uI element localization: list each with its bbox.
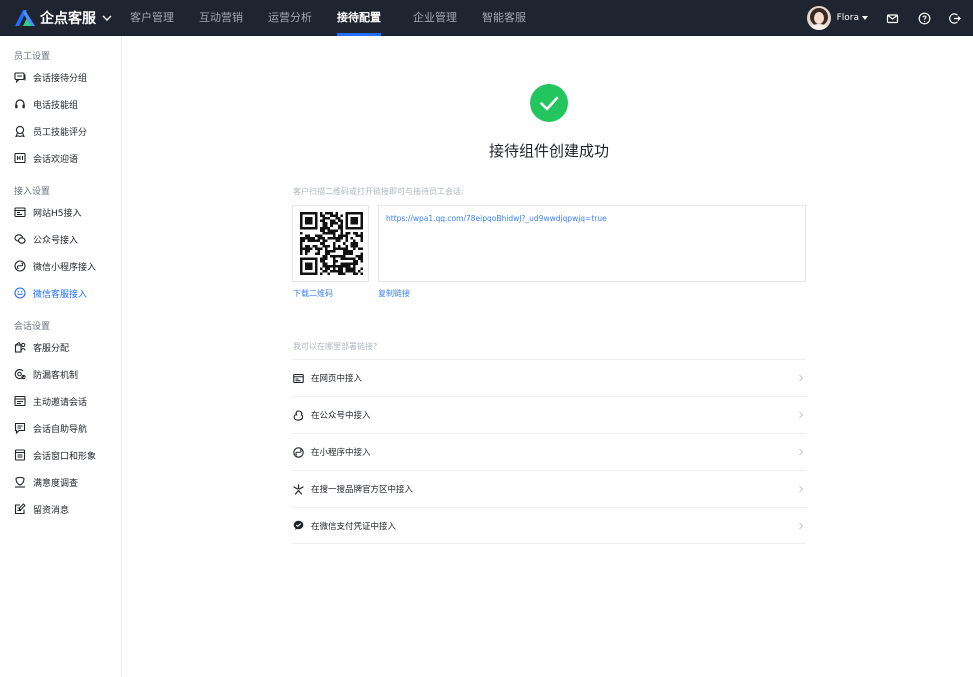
download-qr-button[interactable]: 下载二维码 — [293, 288, 333, 299]
sidebar-item-label: 主动邀请会话 — [33, 397, 88, 408]
chevron-right-icon — [799, 448, 804, 456]
sidebar-item-window[interactable]: 会话窗口和形象 — [14, 448, 96, 462]
welcome-icon — [14, 152, 26, 164]
nav-operation-analysis[interactable]: 运营分析 — [268, 0, 312, 36]
avatar[interactable] — [806, 6, 831, 30]
sidebar-item-label: 防漏客机制 — [33, 370, 79, 381]
window-icon — [14, 449, 26, 461]
sidebar-item-guard[interactable]: 防漏客机制 — [14, 367, 78, 381]
logout-icon[interactable] — [948, 12, 961, 25]
user-name[interactable]: Flora — [837, 13, 859, 23]
chat-group-icon — [14, 72, 26, 83]
deploy-option-wechat-pay[interactable]: 在微信支付凭证中接入 — [292, 507, 806, 544]
help-icon[interactable] — [918, 12, 931, 25]
sidebar-group-session: 会话设置 — [14, 322, 51, 332]
caret-down-icon[interactable] — [862, 16, 868, 20]
deploy-option-webpage[interactable]: 在网页中接入 — [292, 359, 806, 396]
sidebar-group-access: 接入设置 — [14, 187, 51, 197]
nav-enterprise-management[interactable]: 企业管理 — [413, 0, 457, 36]
guard-icon — [14, 369, 26, 380]
sidebar-item-satisfaction[interactable]: 满意度调查 — [14, 475, 78, 489]
sidebar-item-label: 会话欢迎语 — [33, 154, 79, 165]
nav-reception-config[interactable]: 接待配置 — [337, 0, 381, 36]
sidebar-item-invite[interactable]: 主动邀请会话 — [14, 394, 87, 408]
sidebar-item-chat-group[interactable]: 会话接待分组 — [14, 70, 87, 84]
deploy-option-label: 在公众号中接入 — [311, 411, 371, 421]
sidebar-item-assign[interactable]: 客服分配 — [14, 340, 69, 354]
webpage-icon — [293, 373, 304, 383]
wechat-pay-icon — [293, 520, 304, 530]
deploy-option-sousou[interactable]: 在搜一搜品牌官方区中接入 — [292, 470, 806, 507]
nav-interactive-marketing[interactable]: 互动营销 — [199, 0, 243, 36]
sidebar-item-label: 会话窗口和形象 — [33, 451, 97, 462]
official-account-icon — [14, 234, 26, 244]
link-box[interactable]: https://wpa1.qq.com/78eipqoBhidwJ?_ud9ww… — [378, 205, 806, 282]
success-check-icon — [530, 84, 568, 122]
sidebar-item-skill-score[interactable]: 员工技能评分 — [14, 124, 87, 138]
sidebar-item-welcome[interactable]: 会话欢迎语 — [14, 151, 78, 165]
qr-code-image — [300, 212, 363, 275]
chevron-right-icon — [799, 411, 804, 419]
sidebar-item-label: 微信小程序接入 — [33, 262, 97, 273]
sousou-icon — [293, 483, 304, 495]
navigation-icon — [14, 422, 26, 434]
sidebar-item-phone-skill[interactable]: 电话技能组 — [14, 97, 78, 111]
nav-customer-management[interactable]: 客户管理 — [130, 0, 174, 36]
sidebar-item-leave-message[interactable]: 留资消息 — [14, 502, 69, 516]
chevron-right-icon — [799, 374, 804, 382]
qr-hint: 客户扫描二维码或打开链接即可与接待员工会话: — [293, 187, 464, 196]
top-nav: 客户管理 互动营销 运营分析 接待配置 企业管理 智能客服 — [130, 0, 551, 36]
wechat-service-icon — [14, 287, 26, 299]
sidebar-item-label: 会话自助导航 — [33, 424, 88, 435]
brand[interactable]: 企点客服 — [0, 0, 120, 36]
deploy-option-label: 在小程序中接入 — [311, 448, 371, 458]
sidebar-item-web-h5[interactable]: 网站H5接入 — [14, 205, 82, 219]
sidebar-item-navigation[interactable]: 会话自助导航 — [14, 421, 87, 435]
qr-code — [292, 205, 369, 282]
nav-smart-service[interactable]: 智能客服 — [482, 0, 526, 36]
badge-icon — [15, 125, 25, 137]
sidebar: 员工设置 会话接待分组 电话技能组 员工技能评分 会话欢迎语 接入设置 网站H5… — [0, 36, 122, 677]
sidebar-item-label: 会话接待分组 — [33, 73, 88, 84]
official-account-icon — [293, 409, 304, 421]
sidebar-item-label: 员工技能评分 — [33, 127, 88, 138]
logo-icon — [15, 10, 35, 26]
success-title: 接待组件创建成功 — [488, 142, 609, 160]
sidebar-item-label: 公众号接入 — [33, 235, 79, 246]
brand-name: 企点客服 — [40, 11, 96, 27]
deploy-option-label: 在搜一搜品牌官方区中接入 — [311, 485, 414, 495]
deploy-option-mini-program[interactable]: 在小程序中接入 — [292, 433, 806, 470]
mini-program-icon — [14, 260, 26, 272]
deploy-option-label: 在网页中接入 — [311, 374, 363, 384]
sidebar-item-label: 客服分配 — [33, 343, 70, 354]
chevron-down-icon[interactable] — [102, 13, 112, 23]
headset-icon — [15, 99, 25, 109]
sidebar-item-label: 微信客服接入 — [33, 289, 88, 300]
sidebar-item-wechat-service[interactable]: 微信客服接入 — [14, 286, 87, 300]
copy-link-button[interactable]: 复制链接 — [378, 288, 410, 299]
sidebar-item-label: 留资消息 — [33, 505, 70, 516]
user-area: Flora — [806, 0, 973, 36]
invite-icon — [14, 395, 26, 407]
sidebar-group-staff: 员工设置 — [14, 52, 51, 62]
sidebar-item-mini-program[interactable]: 微信小程序接入 — [14, 259, 96, 273]
deploy-option-official-account[interactable]: 在公众号中接入 — [292, 396, 806, 433]
deploy-options-list: 在网页中接入 在公众号中接入 在小程序中接入 在搜一搜品牌官方区中接入 在微信支… — [292, 359, 806, 544]
mini-program-icon — [293, 446, 304, 458]
chevron-right-icon — [799, 522, 804, 530]
deploy-hint: 我可以在哪里部署链接? — [293, 342, 378, 351]
top-bar: 企点客服 客户管理 互动营销 运营分析 接待配置 企业管理 智能客服 Flora — [0, 0, 973, 36]
satisfaction-icon — [15, 476, 25, 488]
sidebar-item-label: 网站H5接入 — [33, 208, 82, 219]
sidebar-item-label: 满意度调查 — [33, 478, 79, 489]
leave-message-icon — [14, 503, 26, 515]
sidebar-item-official-account[interactable]: 公众号接入 — [14, 232, 78, 246]
mail-icon[interactable] — [886, 12, 899, 25]
web-icon — [14, 207, 26, 218]
widget-link[interactable]: https://wpa1.qq.com/78eipqoBhidwJ?_ud9ww… — [386, 214, 607, 223]
sidebar-item-label: 电话技能组 — [33, 100, 79, 111]
assign-icon — [14, 341, 26, 353]
chevron-right-icon — [799, 485, 804, 493]
deploy-option-label: 在微信支付凭证中接入 — [311, 521, 397, 532]
